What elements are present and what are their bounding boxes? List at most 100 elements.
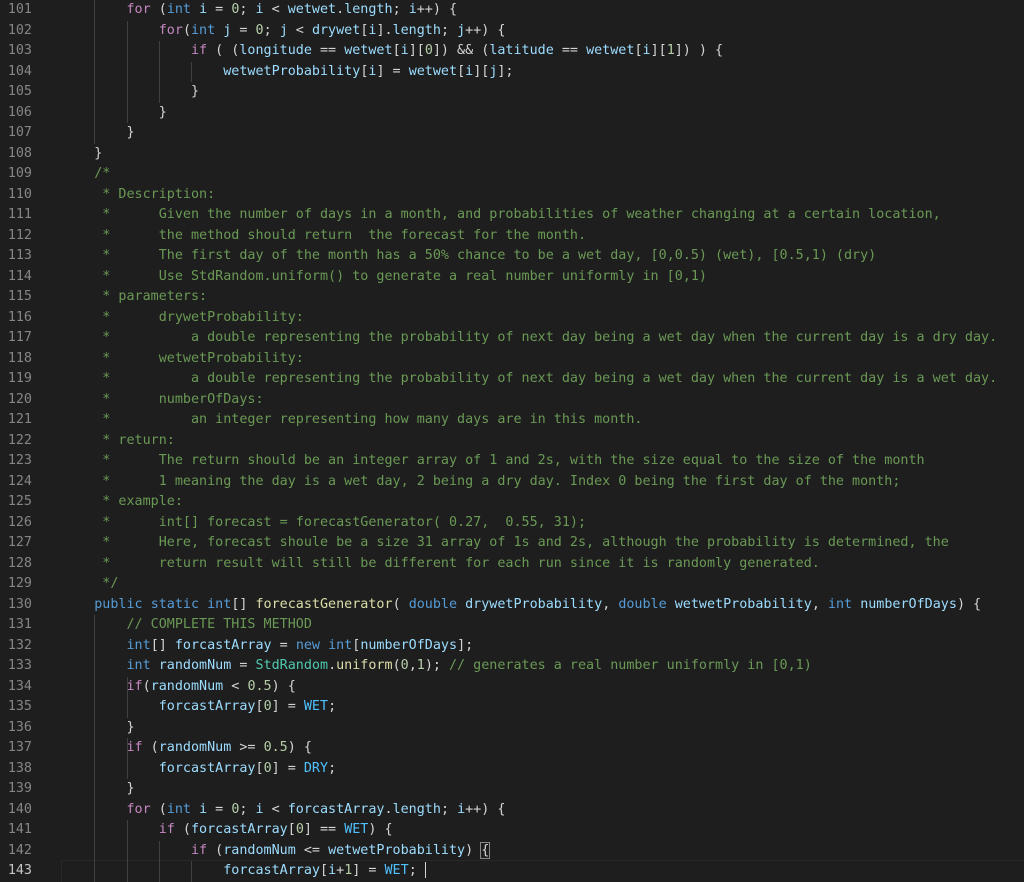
line-number: 118 [7, 350, 32, 366]
comment-text: * return: [62, 432, 175, 448]
code-line[interactable]: if (forcastArray[0] == WET) { [62, 820, 1024, 841]
line-number: 138 [7, 760, 32, 776]
line-number: 102 [7, 22, 32, 38]
comment-text: * The first day of the month has a 50% c… [62, 248, 877, 263]
code-line[interactable]: * Here, forecast shoule be a size 31 arr… [62, 533, 1024, 554]
code-editor[interactable]: 101 102 103 104 105 106 107 108 109 110 111 112 113 1… [0, 0, 1024, 882]
line-number: 108 [7, 145, 32, 161]
comment-text: * Here, forecast shoule be a size 31 arr… [62, 535, 949, 550]
comment-text: * the method should return the forecast … [62, 227, 587, 243]
code-line[interactable]: * the method should return the forecast … [62, 226, 1024, 247]
code-line[interactable]: int[] forcastArray = new int[numberOfDay… [62, 636, 1024, 657]
code-line[interactable]: if(randomNum < 0.5) { [62, 677, 1024, 698]
line-number: 103 [7, 43, 32, 58]
code-line[interactable]: * int[] forecast = forecastGenerator( 0.… [62, 513, 1024, 534]
code-line[interactable]: if (randomNum >= 0.5) { [62, 738, 1024, 759]
code-line[interactable]: // COMPLETE THIS METHOD [62, 615, 1024, 636]
line-number: 130 [7, 596, 32, 612]
comment-text: * 1 meaning the day is a wet day, 2 bein… [62, 473, 901, 489]
indent-guide [158, 840, 160, 882]
comment-text: * numberOfDays: [62, 391, 264, 407]
code-line[interactable]: for (int i = 0; i < forcastArray.length;… [62, 800, 1024, 821]
indent-guide [158, 41, 160, 103]
code-line[interactable]: */ [62, 574, 1024, 595]
code-line[interactable]: } [62, 82, 1024, 103]
line-number: 124 [7, 473, 32, 489]
code-line[interactable]: * The first day of the month has a 50% c… [62, 246, 1024, 267]
code-line[interactable]: } [62, 103, 1024, 124]
line-number: 116 [7, 309, 32, 325]
comment-text: * return result will still be different … [62, 555, 820, 571]
line-number: 131 [7, 617, 32, 632]
line-number: 136 [7, 719, 32, 735]
line-number: 134 [7, 678, 32, 694]
line-number: 132 [7, 637, 32, 653]
code-line[interactable]: * return: [62, 431, 1024, 452]
comment-text: * a double representing the probability … [62, 330, 998, 345]
line-number: 101 [7, 2, 32, 17]
line-number: 129 [7, 576, 32, 591]
comment-text: * drywetProbability: [62, 309, 304, 325]
code-line[interactable]: public static int[] forecastGenerator( d… [62, 595, 1024, 616]
code-line[interactable]: * Use StdRandom.uniform() to generate a … [62, 267, 1024, 288]
code-line[interactable]: * parameters: [62, 287, 1024, 308]
comment-text: * The return should be an integer array … [62, 453, 925, 468]
line-number: 123 [7, 453, 32, 468]
code-line[interactable]: * numberOfDays: [62, 390, 1024, 411]
line-number: 114 [7, 268, 32, 284]
line-number: 119 [7, 371, 32, 386]
line-number-gutter: 101 102 103 104 105 106 107 108 109 110 111 112 113 1… [0, 0, 62, 882]
code-line[interactable]: } [62, 144, 1024, 165]
line-number: 125 [7, 494, 32, 509]
line-number: 122 [7, 432, 32, 448]
code-line[interactable]: if ( (longitude == wetwet[i][0]) && (lat… [62, 41, 1024, 62]
indent-guide [126, 820, 128, 882]
comment-text: * wetwetProbability: [62, 350, 304, 366]
line-number: 127 [7, 535, 32, 550]
code-line[interactable]: * example: [62, 492, 1024, 513]
code-line[interactable]: for (int i = 0; i < wetwet.length; i++) … [62, 0, 1024, 21]
indent-guide [94, 615, 96, 882]
code-line[interactable]: * a double representing the probability … [62, 328, 1024, 349]
code-line[interactable]: * 1 meaning the day is a wet day, 2 bein… [62, 472, 1024, 493]
code-line[interactable]: forcastArray[0] = WET; [62, 697, 1024, 718]
code-line[interactable]: * drywetProbability: [62, 308, 1024, 329]
code-line[interactable]: * Given the number of days in a month, a… [62, 205, 1024, 226]
code-line[interactable]: int randomNum = StdRandom.uniform(0,1); … [62, 656, 1024, 677]
indent-guide [191, 61, 193, 82]
code-line[interactable]: * a double representing the probability … [62, 369, 1024, 390]
code-line[interactable]: * Description: [62, 185, 1024, 206]
comment-text: * a double representing the probability … [62, 371, 998, 386]
code-line[interactable]: * return result will still be different … [62, 554, 1024, 575]
comment-text: * Given the number of days in a month, a… [62, 207, 941, 222]
code-line[interactable]: * The return should be an integer array … [62, 451, 1024, 472]
line-number: 113 [7, 248, 32, 263]
code-line[interactable]: wetwetProbability[i] = wetwet[i][j]; [62, 62, 1024, 83]
comment-text: * an integer representing how many days … [62, 412, 643, 427]
line-number: 120 [7, 391, 32, 407]
comment-text: /* [62, 166, 111, 181]
line-number: 142 [7, 842, 32, 858]
code-line[interactable]: * wetwetProbability: [62, 349, 1024, 370]
code-line[interactable]: } [62, 718, 1024, 739]
line-number: 143 [7, 863, 32, 878]
line-number: 135 [7, 699, 32, 714]
code-line[interactable]: if (randomNum <= wetwetProbability) { [62, 841, 1024, 862]
line-number: 110 [7, 186, 32, 202]
indent-guide [126, 676, 128, 718]
code-line[interactable]: * an integer representing how many days … [62, 410, 1024, 431]
code-line[interactable]: for(int j = 0; j < drywet[i].length; j++… [62, 21, 1024, 42]
line-number: 109 [7, 166, 32, 181]
line-number: 137 [7, 740, 32, 755]
indent-guide [94, 0, 96, 144]
code-line[interactable]: forcastArray[0] = DRY; [62, 759, 1024, 780]
code-line[interactable]: /* [62, 164, 1024, 185]
code-line[interactable]: forcastArray[i+1] = WET; [61, 860, 1024, 882]
comment-text: * parameters: [62, 289, 208, 304]
code-line[interactable]: } [62, 123, 1024, 144]
comment-text: */ [62, 576, 119, 591]
comment-text: * example: [62, 494, 183, 509]
code-line[interactable]: } [62, 779, 1024, 800]
line-number: 105 [7, 84, 32, 99]
line-number: 139 [7, 781, 32, 796]
